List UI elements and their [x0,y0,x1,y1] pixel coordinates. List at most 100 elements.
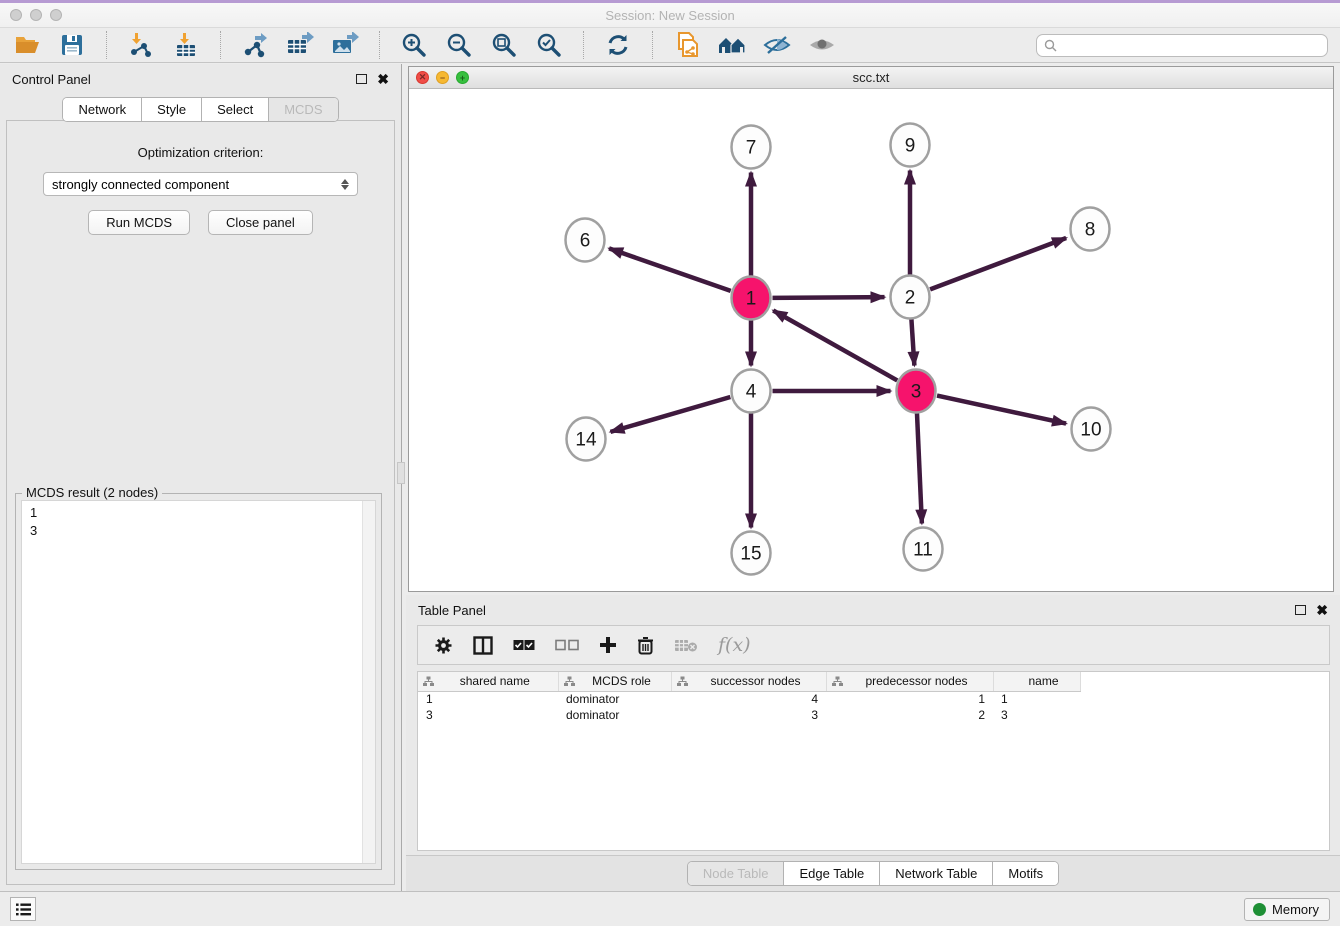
tab-select[interactable]: Select [202,98,269,121]
tab-mcds[interactable]: MCDS [269,98,337,121]
search-box[interactable] [1036,34,1328,57]
graph-edge-3-1[interactable] [773,311,897,381]
network-canvas[interactable]: 7 9 6 8 1 2 4 3 14 10 15 11 [409,90,1333,591]
graph-node-2[interactable]: 2 [891,276,930,319]
zoom-selected-icon[interactable] [534,31,564,59]
titlebar: Session: New Session [0,3,1340,28]
show-all-icon[interactable] [807,31,837,59]
criterion-select[interactable]: strongly connected component [43,172,358,196]
column-header-predecessor-nodes[interactable]: predecessor nodes [826,672,993,691]
svg-text:6: 6 [580,231,591,252]
delete-table-icon[interactable] [674,638,698,653]
memory-button[interactable]: Memory [1244,898,1330,921]
graph-node-14[interactable]: 14 [567,418,606,461]
first-neighbors-icon[interactable] [717,31,747,59]
column-header-shared-name[interactable]: shared name [418,672,558,691]
graph-node-10[interactable]: 10 [1072,408,1111,451]
search-input[interactable] [1062,38,1320,52]
table-cell[interactable]: 1 [993,691,1080,707]
close-view-button[interactable]: ✕ [416,71,429,84]
export-image-icon[interactable] [330,31,360,59]
zoom-in-icon[interactable] [399,31,429,59]
zoom-out-icon[interactable] [444,31,474,59]
columns-icon[interactable] [473,636,493,655]
network-view-title: scc.txt [409,70,1333,85]
network-view-titlebar: scc.txt ✕ − + [409,67,1333,89]
mcds-panel: Optimization criterion: strongly connect… [6,120,395,885]
column-header-successor-nodes[interactable]: successor nodes [671,672,826,691]
open-session-icon[interactable] [12,31,42,59]
table-panel-title: Table Panel [418,603,486,618]
table-cell[interactable]: 2 [826,707,993,723]
graph-edge-3-11[interactable] [917,412,922,523]
mcds-result-item[interactable]: 1 [30,504,367,522]
table-cell[interactable]: 1 [826,691,993,707]
graph-node-6[interactable]: 6 [566,219,605,262]
refresh-icon[interactable] [603,31,633,59]
graph-edge-1-6[interactable] [609,248,731,290]
graph-edge-2-8[interactable] [930,238,1066,289]
delete-column-icon[interactable] [637,636,654,655]
node-table[interactable]: shared nameMCDS rolesuccessor nodesprede… [417,671,1330,851]
close-panel-button[interactable]: Close panel [208,210,313,235]
graph-edge-3-10[interactable] [937,396,1066,424]
run-mcds-button[interactable]: Run MCDS [88,210,190,235]
minimize-view-button[interactable]: − [436,71,449,84]
control-panel-header: Control Panel ✖ [0,64,401,94]
table-cell[interactable]: dominator [558,691,671,707]
add-column-icon[interactable] [599,636,617,654]
export-table-icon[interactable] [285,31,315,59]
table-panel: Table Panel ✖ [406,595,1340,891]
graph-node-8[interactable]: 8 [1071,208,1110,251]
table-tab-motifs[interactable]: Motifs [993,862,1058,885]
graph-edge-1-2[interactable] [772,297,884,298]
graph-node-11[interactable]: 11 [904,528,943,571]
save-session-icon[interactable] [57,31,87,59]
table-cell[interactable]: 3 [418,707,558,723]
table-cell[interactable]: 1 [418,691,558,707]
column-header-MCDS-role[interactable]: MCDS role [558,672,671,691]
table-cell[interactable]: 4 [671,691,826,707]
graph-node-3[interactable]: 3 [897,370,936,413]
graph-node-9[interactable]: 9 [891,124,930,167]
export-network-icon[interactable] [240,31,270,59]
tab-style[interactable]: Style [142,98,202,121]
table-tab-edge-table[interactable]: Edge Table [784,862,880,885]
table-row[interactable]: 3dominator323 [418,707,1080,723]
table-tab-network-table[interactable]: Network Table [880,862,993,885]
maximize-view-button[interactable]: + [456,71,469,84]
result-scrollbar[interactable] [362,501,375,863]
graph-node-7[interactable]: 7 [732,126,771,169]
panel-splitter-handle[interactable] [397,462,405,484]
column-header-name[interactable]: name [993,672,1080,691]
table-cell[interactable]: dominator [558,707,671,723]
gear-icon[interactable] [434,636,453,655]
task-history-button[interactable] [10,897,36,921]
graph-node-4[interactable]: 4 [732,370,771,413]
zoom-fit-icon[interactable] [489,31,519,59]
mcds-result-item[interactable]: 3 [30,522,367,540]
mcds-result-list[interactable]: 13 [21,500,376,864]
function-builder-icon[interactable]: f(x) [718,634,751,656]
graph-edge-2-3[interactable] [911,318,914,365]
hide-selected-icon[interactable] [762,31,792,59]
select-all-icon[interactable] [513,639,535,651]
close-table-panel-icon[interactable]: ✖ [1316,605,1328,615]
import-table-icon[interactable] [171,31,201,59]
table-cell[interactable]: 3 [671,707,826,723]
import-network-icon[interactable] [126,31,156,59]
clone-network-icon[interactable] [672,31,702,59]
table-row[interactable]: 1dominator411 [418,691,1080,707]
float-table-panel-icon[interactable] [1295,605,1306,615]
close-panel-icon[interactable]: ✖ [377,74,389,84]
float-panel-icon[interactable] [356,74,367,84]
graph-edge-4-14[interactable] [610,397,730,432]
table-cell[interactable]: 3 [993,707,1080,723]
deselect-all-icon[interactable] [555,639,579,651]
graph-node-15[interactable]: 15 [732,532,771,575]
toolbar-separator [220,31,221,59]
table-tab-node-table[interactable]: Node Table [688,862,785,885]
svg-text:9: 9 [905,136,916,157]
tab-network[interactable]: Network [63,98,142,121]
graph-node-1[interactable]: 1 [732,277,771,320]
